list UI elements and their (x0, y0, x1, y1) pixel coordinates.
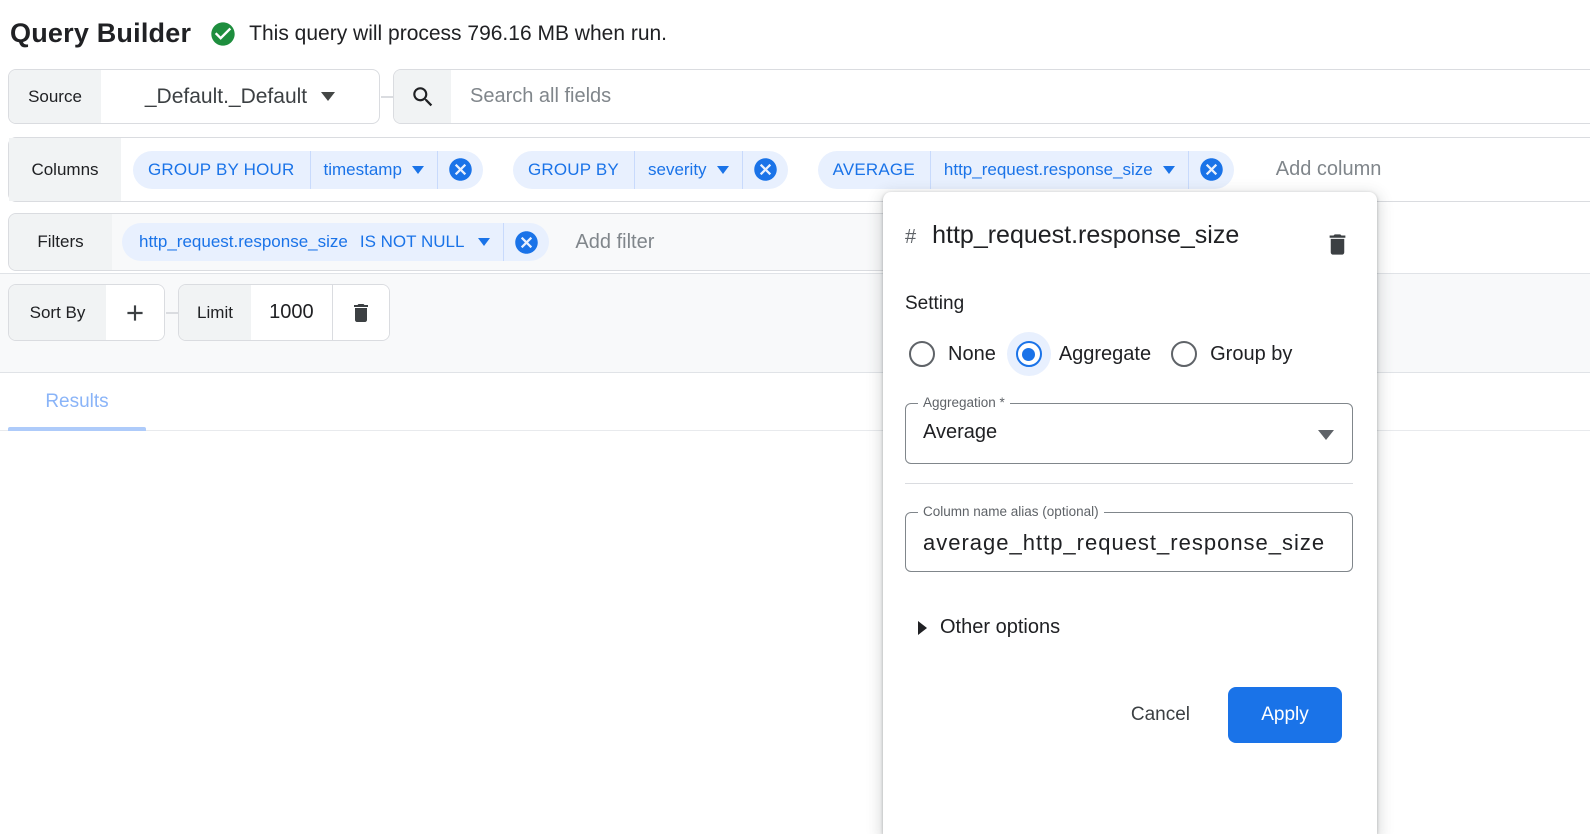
check-circle-icon (209, 20, 237, 48)
radio-label: Aggregate (1059, 343, 1151, 366)
aggregation-value: Average (923, 421, 1312, 444)
close-circle-icon (1198, 156, 1225, 183)
limit-label: Limit (179, 285, 251, 340)
alias-value: average_http_request_response_size (923, 530, 1346, 556)
chevron-down-icon (1163, 166, 1175, 174)
radio-none[interactable]: None (909, 341, 1016, 367)
aggregation-field-label: Aggregation * (918, 395, 1010, 410)
close-circle-icon (447, 156, 474, 183)
close-circle-icon (752, 156, 779, 183)
limit-value-field[interactable]: 1000 (251, 285, 332, 340)
source-selector: Source _Default._Default (8, 69, 380, 124)
tab-results[interactable]: Results (8, 373, 146, 431)
filter-chip[interactable]: http_request.response_size IS NOT NULL (122, 223, 549, 261)
trash-icon (1324, 231, 1351, 258)
columns-label: Columns (9, 138, 121, 201)
row-connector (381, 96, 393, 98)
chevron-down-icon (321, 92, 335, 101)
radio-label: Group by (1210, 343, 1292, 366)
aggregation-select[interactable]: Aggregation * Average (905, 403, 1353, 464)
sort-by-control: Sort By (8, 284, 165, 341)
chip-field-dropdown[interactable]: severity (635, 160, 742, 180)
expander-arrow-icon (918, 621, 927, 635)
numeric-type-icon: # (905, 226, 916, 248)
chevron-down-icon (717, 166, 729, 174)
delete-limit-button[interactable] (332, 285, 389, 340)
dialog-actions: Cancel Apply (905, 687, 1353, 743)
column-settings-dialog: # http_request.response_size Setting None… (883, 192, 1377, 834)
column-chip-response-size[interactable]: AVERAGE http_request.response_size (818, 151, 1234, 189)
setting-radio-group: None Aggregate Group by (909, 341, 1353, 367)
add-sort-button[interactable] (106, 285, 164, 340)
search-icon (410, 84, 436, 110)
dialog-divider (905, 483, 1353, 484)
source-label: Source (9, 70, 101, 123)
filter-field-name: http_request.response_size (139, 232, 348, 252)
sort-by-label: Sort By (9, 285, 106, 340)
active-tab-underline (8, 427, 146, 431)
remove-column-button[interactable] (438, 156, 483, 183)
dialog-field-name: http_request.response_size (932, 221, 1239, 249)
radio-group-by[interactable]: Group by (1171, 341, 1292, 367)
column-alias-field[interactable]: Column name alias (optional) average_htt… (905, 512, 1353, 572)
other-options-expander[interactable]: Other options (905, 616, 1353, 639)
chip-operation: GROUP BY HOUR (133, 160, 310, 180)
add-filter-input[interactable]: Add filter (575, 231, 654, 254)
source-dropdown[interactable]: _Default._Default (101, 70, 379, 123)
filter-condition: IS NOT NULL (348, 232, 469, 252)
remove-column-button[interactable] (743, 156, 788, 183)
close-circle-icon (513, 229, 540, 256)
remove-column-button[interactable] (1189, 156, 1234, 183)
search-box (393, 69, 1590, 124)
query-status-text: This query will process 796.16 MB when r… (249, 22, 667, 46)
cancel-button[interactable]: Cancel (1107, 694, 1214, 736)
filters-label: Filters (9, 214, 112, 270)
chevron-down-icon (478, 238, 490, 246)
dropdown-caret-icon (1318, 430, 1334, 440)
chip-field-dropdown[interactable]: timestamp (311, 160, 437, 180)
column-chip-timestamp[interactable]: GROUP BY HOUR timestamp (133, 151, 483, 189)
radio-icon (1171, 341, 1197, 367)
radio-aggregate[interactable]: Aggregate (1016, 341, 1171, 367)
chip-field-dropdown[interactable]: http_request.response_size (931, 160, 1188, 180)
source-value: _Default._Default (145, 85, 307, 109)
setting-section-label: Setting (905, 293, 1353, 315)
radio-label: None (948, 343, 996, 366)
chevron-down-icon (412, 166, 424, 174)
alias-field-label: Column name alias (optional) (918, 504, 1104, 519)
add-column-input[interactable]: Add column (1276, 158, 1382, 181)
filter-chip-dropdown[interactable]: http_request.response_size IS NOT NULL (122, 232, 503, 252)
row-connector (166, 312, 178, 314)
search-input[interactable] (451, 70, 1590, 123)
chip-operation: GROUP BY (513, 160, 634, 180)
apply-button[interactable]: Apply (1228, 687, 1342, 743)
chip-field-name: http_request.response_size (944, 160, 1153, 180)
trash-icon (349, 301, 373, 325)
column-chip-severity[interactable]: GROUP BY severity (513, 151, 788, 189)
radio-selected-icon (1016, 341, 1042, 367)
chip-operation: AVERAGE (818, 160, 930, 180)
header: Query Builder This query will process 79… (10, 18, 667, 49)
plus-icon (122, 300, 148, 326)
delete-column-button[interactable] (1322, 229, 1353, 263)
chip-field-name: timestamp (324, 160, 402, 180)
radio-icon (909, 341, 935, 367)
other-options-label: Other options (940, 616, 1060, 639)
remove-filter-button[interactable] (504, 229, 549, 256)
dialog-header: # http_request.response_size (905, 215, 1353, 263)
chip-field-name: severity (648, 160, 707, 180)
search-icon-cell (394, 70, 451, 123)
dialog-title: # http_request.response_size (905, 215, 1257, 258)
limit-control: Limit 1000 (178, 284, 390, 341)
page-title: Query Builder (10, 18, 191, 49)
